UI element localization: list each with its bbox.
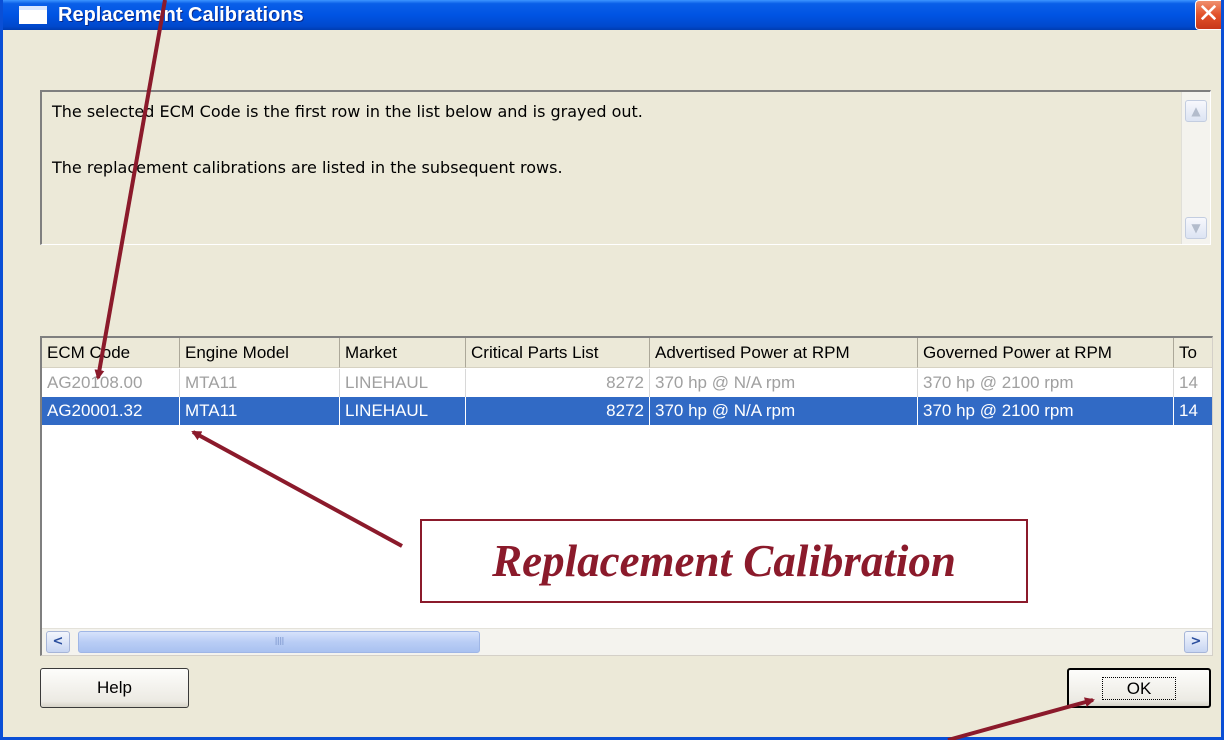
message-line-1: The selected ECM Code is the first row i… xyxy=(52,102,643,121)
table-row[interactable]: AG20108.00 MTA11 LINEHAUL 8272 370 hp @ … xyxy=(42,369,1212,397)
scroll-left-icon[interactable]: < xyxy=(46,631,70,653)
column-header-ecm-code[interactable]: ECM Code xyxy=(42,338,180,368)
cell-advertised-power: 370 hp @ N/A rpm xyxy=(650,369,918,397)
scroll-up-icon[interactable]: ▲ xyxy=(1185,100,1207,122)
cell-to: 14 xyxy=(1174,397,1212,425)
column-header-to[interactable]: To xyxy=(1174,338,1212,368)
ok-button[interactable]: OK xyxy=(1067,668,1211,708)
cell-critical-parts-list: 8272 xyxy=(466,397,650,425)
window-title: Replacement Calibrations xyxy=(58,4,304,26)
window-icon xyxy=(19,6,47,24)
scroll-down-icon[interactable]: ▼ xyxy=(1185,217,1207,239)
cell-engine-model: MTA11 xyxy=(180,369,340,397)
message-box[interactable]: The selected ECM Code is the first row i… xyxy=(40,90,1211,245)
column-header-market[interactable]: Market xyxy=(340,338,466,368)
title-bar[interactable]: Replacement Calibrations ✕ xyxy=(3,0,1221,30)
dialog-window: Replacement Calibrations ✕ The selected … xyxy=(0,0,1224,740)
cell-market: LINEHAUL xyxy=(340,397,466,425)
cell-governed-power: 370 hp @ 2100 rpm xyxy=(918,397,1174,425)
cell-advertised-power: 370 hp @ N/A rpm xyxy=(650,397,918,425)
cell-to: 14 xyxy=(1174,369,1212,397)
ok-button-label: OK xyxy=(1101,677,1177,700)
column-header-engine-model[interactable]: Engine Model xyxy=(180,338,340,368)
close-button[interactable]: ✕ xyxy=(1195,0,1221,30)
column-header-critical-parts-list[interactable]: Critical Parts List xyxy=(466,338,650,368)
message-vertical-scrollbar[interactable]: ▲ ▼ xyxy=(1181,92,1210,244)
calibrations-table[interactable]: ECM Code Engine Model Market Critical Pa… xyxy=(40,336,1213,656)
cell-market: LINEHAUL xyxy=(340,369,466,397)
cell-critical-parts-list: 8272 xyxy=(466,369,650,397)
cell-engine-model: MTA11 xyxy=(180,397,340,425)
message-line-2: The replacement calibrations are listed … xyxy=(52,158,563,177)
help-button[interactable]: Help xyxy=(40,668,189,708)
cell-ecm-code: AG20108.00 xyxy=(42,369,180,397)
table-row-selected[interactable]: AG20001.32 MTA11 LINEHAUL 8272 370 hp @ … xyxy=(42,397,1212,425)
column-header-governed-power[interactable]: Governed Power at RPM xyxy=(918,338,1174,368)
cell-governed-power: 370 hp @ 2100 rpm xyxy=(918,369,1174,397)
annotation-callout: Replacement Calibration xyxy=(420,519,1028,603)
scrollbar-thumb[interactable]: IIII xyxy=(78,631,480,653)
column-header-advertised-power[interactable]: Advertised Power at RPM xyxy=(650,338,918,368)
cell-ecm-code: AG20001.32 xyxy=(42,397,180,425)
scroll-right-icon[interactable]: > xyxy=(1184,631,1208,653)
table-horizontal-scrollbar[interactable]: < IIII > xyxy=(42,628,1212,655)
